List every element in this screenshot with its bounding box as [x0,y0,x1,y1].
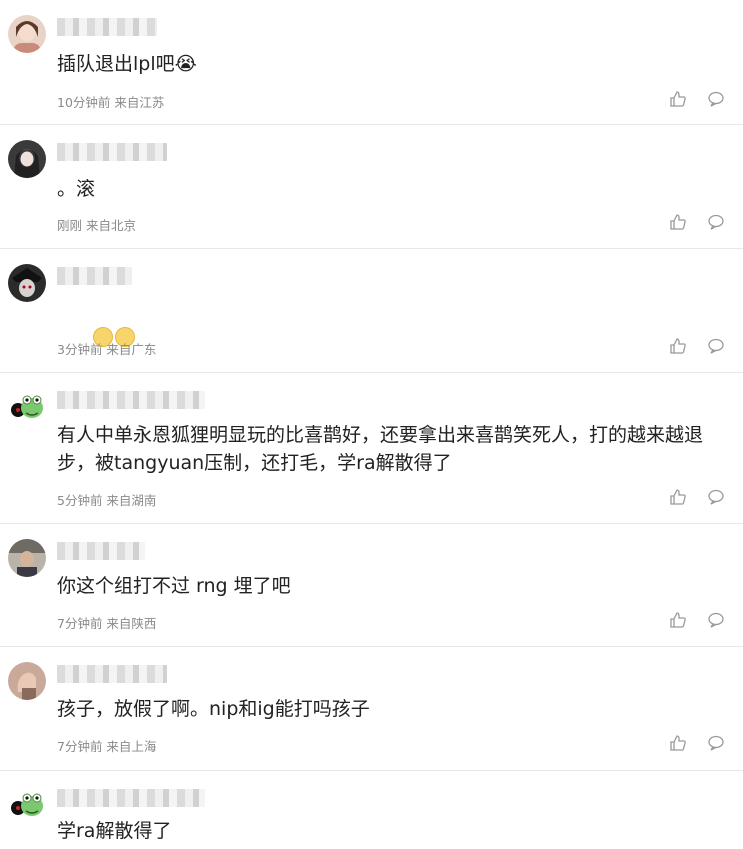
comment-meta: 3分钟前 来自广东 [57,342,157,357]
thumbs-up-icon[interactable] [669,734,687,752]
comment-meta: 10分钟前 来自江苏 [57,95,165,110]
username-blurred[interactable] [57,267,132,285]
thumbs-up-icon[interactable] [669,611,687,629]
user-avatar[interactable] [8,662,46,700]
thumbs-up-icon[interactable] [669,337,687,355]
comment-text: 。滚 [57,178,96,200]
user-avatar[interactable] [8,15,46,53]
comment-text: 孩子，放假了啊。nip和ig能打吗孩子 [57,698,370,720]
comment-icon[interactable] [707,90,725,108]
comment-text [57,297,727,381]
username-blurred[interactable] [57,18,157,36]
username-blurred[interactable] [57,665,167,683]
comment-meta: 7分钟前 来自陕西 [57,616,157,631]
comment-meta: 7分钟前 来自上海 [57,739,157,754]
thumbs-up-icon[interactable] [669,213,687,231]
username-blurred[interactable] [57,542,145,560]
username-blurred[interactable] [57,789,205,807]
comment-icon[interactable] [707,734,725,752]
thumbs-up-icon[interactable] [669,90,687,108]
thumbs-up-icon[interactable] [669,488,687,506]
comment-meta: 刚刚 来自北京 [57,218,136,233]
user-avatar[interactable] [8,388,46,426]
comment-meta: 5分钟前 来自湖南 [57,493,157,508]
username-blurred[interactable] [57,391,205,409]
comment-icon[interactable] [707,611,725,629]
comment-item: 学ra解散得了 [0,771,743,849]
comment-text: 学ra解散得了 [57,820,172,842]
user-avatar[interactable] [8,140,46,178]
user-avatar[interactable] [8,264,46,302]
comment-text: 你这个组打不过 rng 埋了吧 [57,575,291,597]
comment-icon[interactable] [707,337,725,355]
comment-text: 插队退出lpl吧😭 [57,53,197,75]
user-avatar[interactable] [8,539,46,577]
comment-item: 孩子，放假了啊。nip和ig能打吗孩子 7分钟前 来自上海 [0,647,743,771]
user-avatar[interactable] [8,786,46,824]
comment-icon[interactable] [707,213,725,231]
comment-item: 有人中单永恩狐狸明显玩的比喜鹊好，还要拿出来喜鹊笑死人，打的越来越退步，被tan… [0,373,743,524]
comment-item: 你这个组打不过 rng 埋了吧 7分钟前 来自陕西 [0,524,743,647]
comment-feed: 插队退出lpl吧😭 10分钟前 来自江苏 。滚 刚刚 来自北京 3分钟前 来自广… [0,0,743,849]
comment-icon[interactable] [707,488,725,506]
comment-text: 有人中单永恩狐狸明显玩的比喜鹊好，还要拿出来喜鹊笑死人，打的越来越退步，被tan… [57,424,704,474]
username-blurred[interactable] [57,143,167,161]
comment-item: 3分钟前 来自广东 [0,249,743,373]
comment-item: 。滚 刚刚 来自北京 [0,125,743,249]
comment-item: 插队退出lpl吧😭 10分钟前 来自江苏 [0,0,743,125]
